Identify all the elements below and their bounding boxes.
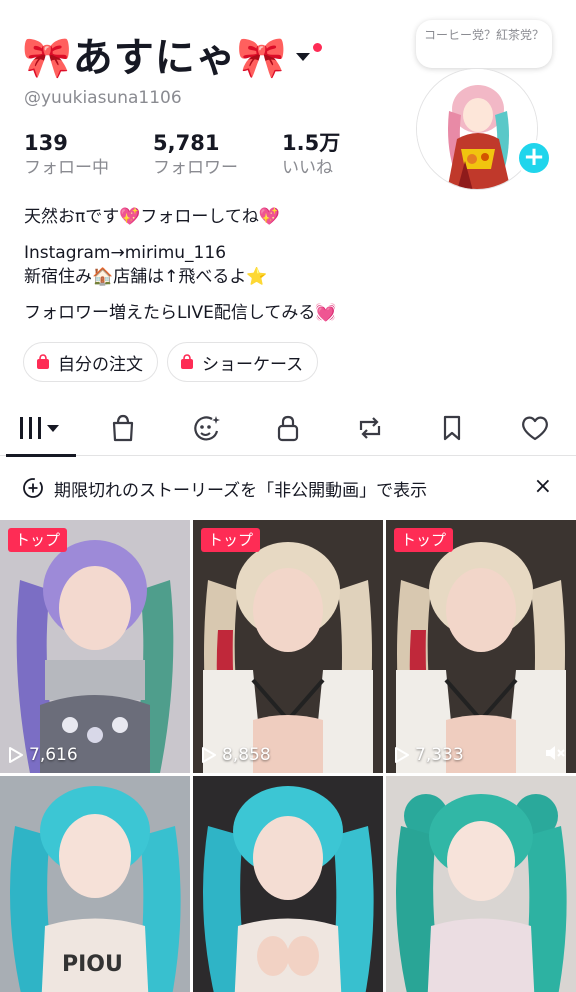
expired-stories-banner[interactable]: 期限切れのストーリーズを「非公開動画」で表示 × bbox=[0, 456, 576, 520]
video-preview-image bbox=[386, 520, 576, 773]
username-handle: @yuukiasuna1106 bbox=[24, 88, 182, 108]
showcase-button[interactable]: ショーケース bbox=[167, 342, 319, 382]
story-plus-icon bbox=[23, 478, 43, 498]
video-preview-image bbox=[193, 520, 383, 773]
view-count: 8,858 bbox=[201, 745, 271, 765]
view-count: 7,616 bbox=[8, 745, 78, 765]
ai-face-icon bbox=[193, 416, 220, 441]
name-row[interactable]: 🎀あすにゃ🎀 bbox=[22, 26, 322, 82]
following-count: 139 bbox=[24, 131, 68, 155]
following-label: フォロー中 bbox=[24, 158, 109, 178]
shopping-bag-icon bbox=[37, 354, 49, 369]
bookmark-icon bbox=[444, 415, 461, 441]
bio-line: フォロワー増えたらLIVE配信してみる💓 bbox=[24, 303, 337, 323]
video-thumbnail[interactable]: PIOU bbox=[0, 776, 190, 992]
profile-tabs bbox=[0, 400, 576, 457]
bio-line: 天然おπです💖フォローしてね💖 bbox=[24, 207, 281, 227]
video-preview-image bbox=[386, 776, 576, 992]
grid-videos-icon bbox=[20, 417, 60, 439]
bio-line[interactable]: Instagram→mirimu_116 bbox=[24, 241, 404, 265]
view-count-text: 7,616 bbox=[29, 745, 78, 765]
view-count: 7,333 bbox=[394, 745, 464, 765]
display-name: 🎀あすにゃ🎀 bbox=[22, 35, 288, 81]
mute-icon[interactable] bbox=[544, 743, 566, 763]
shopping-bag-icon bbox=[181, 354, 193, 369]
tab-ai-self[interactable] bbox=[165, 400, 247, 456]
svg-text:PIOU: PIOU bbox=[62, 952, 123, 977]
followers-count: 5,781 bbox=[153, 131, 220, 155]
likes-count: 1.5万 bbox=[282, 131, 341, 155]
video-preview-image: PIOU bbox=[0, 776, 190, 992]
top-badge: トップ bbox=[394, 528, 454, 552]
notification-dot bbox=[312, 42, 322, 52]
shop-pills: 自分の注文 ショーケース bbox=[23, 342, 327, 382]
video-thumbnail[interactable]: トップ 7,616 bbox=[0, 520, 190, 773]
tab-reposts[interactable] bbox=[329, 400, 411, 456]
top-badge: トップ bbox=[8, 528, 68, 552]
avatar-container[interactable]: + bbox=[416, 68, 552, 196]
likes-stat[interactable]: 1.5万 いいね bbox=[282, 130, 340, 180]
tab-private[interactable] bbox=[247, 400, 329, 456]
play-icon bbox=[202, 747, 216, 763]
play-icon bbox=[395, 747, 409, 763]
heart-icon bbox=[521, 416, 548, 441]
close-icon[interactable]: × bbox=[534, 476, 552, 498]
profile-header: 🎀あすにゃ🎀 @yuukiasuna1106 139 フォロー中 5,781 フ… bbox=[0, 0, 576, 330]
view-count-text: 8,858 bbox=[222, 745, 271, 765]
video-preview-image bbox=[193, 776, 383, 992]
followers-stat[interactable]: 5,781 フォロワー bbox=[153, 130, 238, 180]
pill-label: 自分の注文 bbox=[58, 354, 143, 375]
tab-saved[interactable] bbox=[411, 400, 493, 456]
chevron-down-icon[interactable] bbox=[295, 53, 310, 61]
follow-plus-icon[interactable]: + bbox=[516, 140, 552, 176]
video-grid: トップ 7,616 トップ 8,858 トップ 7,333 PIOU bbox=[0, 520, 576, 992]
profile-stats: 139 フォロー中 5,781 フォロワー 1.5万 いいね bbox=[24, 130, 384, 180]
video-thumbnail[interactable]: トップ 8,858 bbox=[193, 520, 383, 773]
tab-shop[interactable] bbox=[82, 400, 164, 456]
video-preview-image bbox=[0, 520, 190, 773]
video-thumbnail[interactable] bbox=[386, 776, 576, 992]
followers-label: フォロワー bbox=[153, 158, 238, 178]
note-bubble[interactable]: コーヒー党？紅茶党？ bbox=[416, 20, 552, 68]
lock-icon bbox=[277, 415, 299, 442]
likes-label: いいね bbox=[282, 158, 333, 178]
view-count-text: 7,333 bbox=[415, 745, 464, 765]
repost-icon bbox=[360, 417, 381, 439]
profile-bio: 天然おπです💖フォローしてね💖 Instagram→mirimu_116 新宿住… bbox=[24, 205, 404, 325]
shop-bag-icon bbox=[113, 414, 134, 442]
tab-videos[interactable] bbox=[0, 400, 82, 457]
bio-line: 新宿住み🏠店舗は↑飛べるよ⭐ bbox=[24, 267, 268, 287]
following-stat[interactable]: 139 フォロー中 bbox=[24, 130, 109, 180]
tab-liked[interactable] bbox=[494, 400, 576, 456]
banner-text: 期限切れのストーリーズを「非公開動画」で表示 bbox=[54, 480, 428, 501]
avatar[interactable] bbox=[416, 68, 538, 190]
top-badge: トップ bbox=[201, 528, 261, 552]
my-orders-button[interactable]: 自分の注文 bbox=[23, 342, 158, 382]
pill-label: ショーケース bbox=[202, 354, 304, 375]
video-thumbnail[interactable]: トップ 7,333 bbox=[386, 520, 576, 773]
play-icon bbox=[9, 747, 23, 763]
video-thumbnail[interactable] bbox=[193, 776, 383, 992]
